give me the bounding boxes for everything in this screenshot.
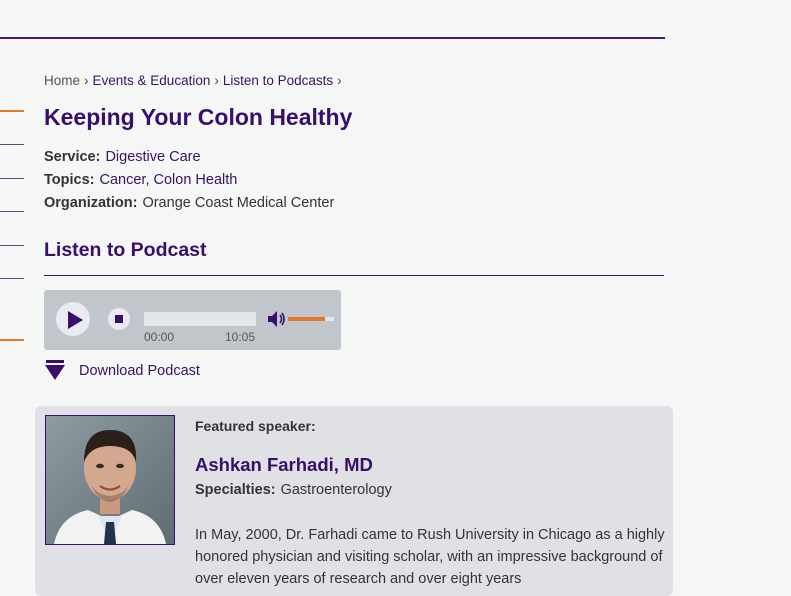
page-title: Keeping Your Colon Healthy <box>44 104 353 130</box>
header-divider <box>0 37 665 39</box>
volume-icon[interactable] <box>267 310 287 328</box>
volume-level <box>288 317 325 321</box>
section-divider <box>44 275 664 276</box>
topics-label: Topics: <box>44 172 95 188</box>
speaker-bio: In May, 2000, Dr. Farhadi came to Rush U… <box>195 527 665 587</box>
organization-label: Organization: <box>44 195 138 211</box>
service-row: Service: Digestive Care <box>44 149 201 165</box>
topics-row: Topics: Cancer, Colon Health <box>44 172 237 188</box>
featured-speaker-card: Featured speaker: Ashkan Farhadi, MD Spe… <box>35 406 673 596</box>
download-label: Download Podcast <box>79 363 200 379</box>
specialties-value: Gastroenterology <box>280 482 392 498</box>
breadcrumb-separator: › <box>214 73 219 88</box>
specialties-row: Specialties: Gastroenterology <box>195 482 392 498</box>
stop-button[interactable] <box>108 308 130 330</box>
side-nav-divider <box>0 178 24 179</box>
side-nav-divider <box>0 211 24 212</box>
podcast-heading: Listen to Podcast <box>44 239 207 261</box>
speaker-photo <box>45 415 175 545</box>
stop-icon <box>115 315 123 323</box>
featured-speaker-label: Featured speaker: <box>195 418 316 434</box>
duration: 10:05 <box>225 330 256 344</box>
seek-bar[interactable] <box>144 312 256 326</box>
breadcrumb-events[interactable]: Events & Education <box>93 73 211 88</box>
breadcrumb-separator: › <box>337 73 342 88</box>
service-label: Service: <box>44 149 101 165</box>
topic-link-colon-health[interactable]: Colon Health <box>154 172 238 188</box>
breadcrumb-separator: › <box>84 73 89 88</box>
organization-value: Orange Coast Medical Center <box>142 195 335 211</box>
breadcrumb-podcasts[interactable]: Listen to Podcasts <box>223 73 333 88</box>
side-nav-divider <box>0 278 24 279</box>
topic-link-cancer[interactable]: Cancer <box>99 172 145 188</box>
breadcrumb: Home › Events & Education › Listen to Podcas… <box>44 73 346 88</box>
side-nav-active-marker <box>0 339 24 341</box>
side-nav-active-marker <box>0 110 24 112</box>
specialties-label: Specialties: <box>195 482 276 498</box>
organization-row: Organization: Orange Coast Medical Center <box>44 195 334 211</box>
side-nav-divider <box>0 245 24 246</box>
side-nav-divider <box>0 144 24 145</box>
breadcrumb-home[interactable]: Home <box>44 73 80 88</box>
service-link[interactable]: Digestive Care <box>105 149 200 165</box>
audio-player: 00:00 10:05 <box>44 290 341 350</box>
play-icon <box>68 311 83 329</box>
play-button[interactable] <box>56 302 90 336</box>
speaker-name-link[interactable]: Ashkan Farhadi, MD <box>195 454 373 476</box>
download-icon <box>45 360 65 380</box>
volume-slider[interactable] <box>288 317 334 321</box>
topic-separator: , <box>145 172 150 188</box>
current-time: 00:00 <box>144 330 175 344</box>
